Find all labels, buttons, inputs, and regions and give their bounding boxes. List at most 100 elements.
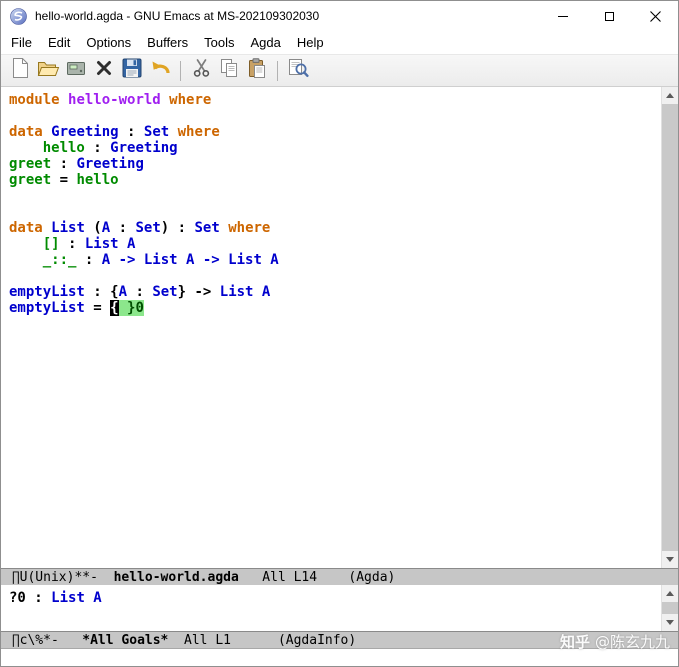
- new-file-icon: [11, 57, 30, 84]
- code-token: hello-world: [68, 92, 161, 108]
- save-buffer-icon: [122, 58, 142, 83]
- code-token: Greeting: [51, 124, 119, 140]
- save-buffer-button[interactable]: [118, 57, 146, 85]
- watermark: 知乎 @陈玄九九: [560, 631, 670, 652]
- code-token: (: [84, 220, 102, 236]
- info-scroll-up-button[interactable]: [662, 585, 678, 602]
- menu-file[interactable]: File: [3, 33, 40, 52]
- watermark-brand: 知乎: [559, 633, 590, 651]
- search-icon: [288, 58, 309, 83]
- minimize-button[interactable]: [540, 1, 586, 31]
- code-token: List A: [219, 284, 271, 300]
- close-button[interactable]: [632, 1, 678, 31]
- copy-button[interactable]: [215, 57, 243, 85]
- code-token: []: [42, 236, 60, 252]
- scroll-up-button[interactable]: [662, 87, 678, 104]
- paste-icon: [247, 57, 267, 84]
- code-token: :: [51, 156, 77, 172]
- code-token: A: [118, 284, 128, 300]
- code-token: List: [51, 220, 85, 236]
- minimize-icon: [558, 15, 568, 17]
- code-token: List A: [84, 236, 136, 252]
- code-buffer[interactable]: module hello-world where data Greeting :…: [1, 87, 661, 568]
- code-token: =: [84, 300, 111, 316]
- maximize-icon: [604, 11, 614, 21]
- code-token: Greeting: [76, 156, 144, 172]
- open-file-icon: [37, 58, 60, 83]
- menu-bar: File Edit Options Buffers Tools Agda Help: [1, 31, 678, 54]
- menu-buffers[interactable]: Buffers: [139, 33, 196, 52]
- code-token: :: [118, 124, 144, 140]
- arrow-up-icon: [666, 93, 674, 98]
- window-title: hello-world.agda - GNU Emacs at MS-20210…: [35, 9, 320, 23]
- modeline-coding-indicator: ∏U(Unix)**-: [4, 569, 114, 585]
- menu-agda[interactable]: Agda: [242, 33, 288, 52]
- kill-buffer-icon: [95, 59, 113, 82]
- copy-icon: [219, 58, 239, 84]
- code-token: where: [177, 124, 220, 140]
- code-token: module: [9, 92, 69, 108]
- code-token: where: [228, 220, 271, 236]
- main-scrollbar[interactable]: [661, 87, 678, 568]
- watermark-handle: @陈玄九九: [594, 633, 670, 651]
- code-line: emptyList : {A : Set} -> List A: [9, 284, 661, 300]
- arrow-down-icon: [666, 620, 674, 625]
- code-token: A -> List A -> List A: [101, 252, 279, 268]
- menu-help[interactable]: Help: [289, 33, 332, 52]
- code-token: :: [59, 236, 85, 252]
- title-bar[interactable]: hello-world.agda - GNU Emacs at MS-20210…: [1, 1, 678, 31]
- maximize-button[interactable]: [586, 1, 632, 31]
- toolbar: [1, 54, 678, 87]
- emacs-window: hello-world.agda - GNU Emacs at MS-20210…: [0, 0, 679, 667]
- scroll-down-button[interactable]: [662, 551, 678, 568]
- code-token: : {: [84, 284, 119, 300]
- code-token: Set: [152, 284, 178, 300]
- code-line: data Greeting : Set where: [9, 124, 661, 140]
- dired-icon: [65, 58, 87, 83]
- menu-tools[interactable]: Tools: [196, 33, 242, 52]
- code-token: Set: [143, 124, 170, 140]
- code-token: =: [51, 172, 77, 188]
- code-token: :: [76, 252, 102, 268]
- close-icon: [649, 10, 661, 22]
- dired-button[interactable]: [62, 57, 90, 85]
- paste-button[interactable]: [243, 57, 271, 85]
- new-file-button[interactable]: [6, 57, 34, 85]
- agda-info-buffer[interactable]: ?0 : List A: [1, 585, 661, 631]
- kill-buffer-button[interactable]: [90, 57, 118, 85]
- code-token: emptyList: [9, 300, 85, 316]
- open-file-button[interactable]: [34, 57, 62, 85]
- code-line: ?0 : List A: [9, 590, 661, 606]
- undo-button[interactable]: [146, 57, 174, 85]
- code-token: A: [101, 220, 111, 236]
- agda-info-window: ?0 : List A: [1, 585, 678, 631]
- cut-button[interactable]: [187, 57, 215, 85]
- code-token: List A: [51, 590, 102, 606]
- menu-options[interactable]: Options: [78, 33, 139, 52]
- mode-line-main: ∏U(Unix)**- hello-world.agda All L14 (Ag…: [1, 568, 678, 585]
- toolbar-separator: [277, 60, 278, 81]
- code-line: greet : Greeting: [9, 156, 661, 172]
- code-token: Set: [135, 220, 161, 236]
- code-token: where: [169, 92, 212, 108]
- info-scrollbar-thumb[interactable]: [662, 602, 678, 614]
- info-scroll-down-button[interactable]: [662, 614, 678, 631]
- undo-icon: [149, 58, 171, 83]
- main-scrollbar-thumb[interactable]: [662, 104, 678, 551]
- code-line: [] : List A: [9, 236, 661, 252]
- search-button[interactable]: [284, 57, 312, 85]
- menu-edit[interactable]: Edit: [40, 33, 78, 52]
- info-scrollbar[interactable]: [661, 585, 678, 631]
- code-token: {: [110, 300, 119, 316]
- code-token: data: [9, 220, 52, 236]
- code-line: module hello-world where: [9, 92, 661, 108]
- code-token: } ->: [177, 284, 220, 300]
- window-controls: [540, 1, 678, 31]
- arrow-up-icon: [666, 591, 674, 596]
